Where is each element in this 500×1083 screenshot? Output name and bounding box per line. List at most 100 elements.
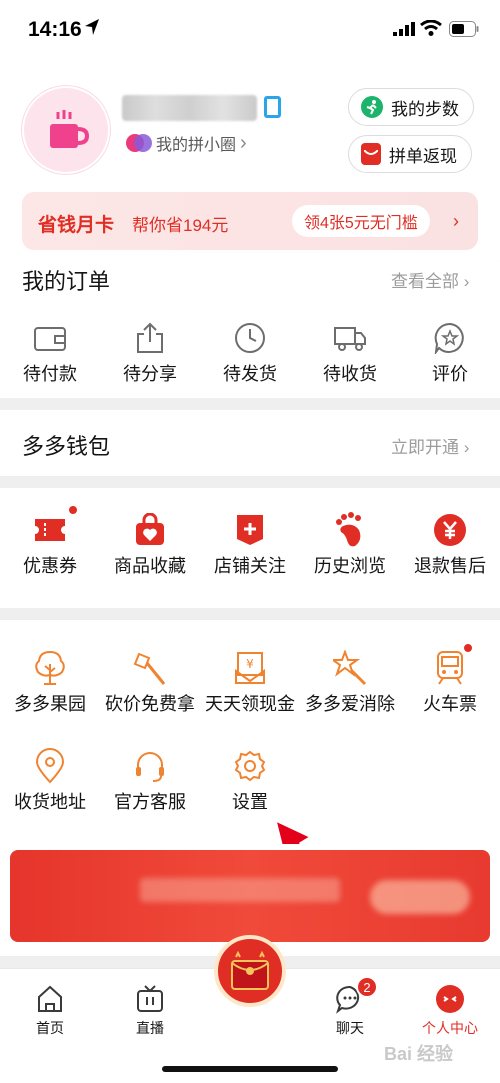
phone-icon <box>264 96 281 118</box>
shortcut-history[interactable]: 历史浏览 <box>300 508 400 578</box>
axe-icon <box>133 652 166 685</box>
notification-dot <box>67 504 79 516</box>
group-cashback-label: 拼单返现 <box>389 146 457 166</box>
order-item-label: 待发货 <box>223 364 277 384</box>
claim-coupons-button[interactable]: 领4张5元无门槛 <box>292 205 430 237</box>
tab-label: 直播 <box>136 1020 164 1036</box>
username-blurred <box>122 95 257 121</box>
my-steps-button[interactable]: 我的步数 <box>348 88 474 126</box>
tab-label: 首页 <box>36 1020 64 1036</box>
mug-icon <box>50 110 90 148</box>
tab-live[interactable]: 直播 <box>110 982 190 1038</box>
order-item-label: 待付款 <box>23 364 77 384</box>
service-match-game[interactable]: 多多爱消除 <box>300 646 400 716</box>
order-item-label: 待收货 <box>323 364 377 384</box>
service-daily-cash[interactable]: ¥ 天天领现金 <box>200 646 300 716</box>
service-bargain[interactable]: 砍价免费拿 <box>100 646 200 716</box>
tab-chat[interactable]: 聊天 <box>310 982 390 1038</box>
signal-icon <box>393 22 415 36</box>
shortcut-label: 优惠券 <box>23 556 77 576</box>
svg-text:¥: ¥ <box>246 657 254 671</box>
service-label: 多多果园 <box>14 694 86 714</box>
settings-gear-icon <box>234 750 266 782</box>
home-indicator[interactable] <box>162 1066 338 1072</box>
tv-icon <box>137 985 163 1012</box>
truck-icon <box>334 327 366 351</box>
share-icon <box>137 322 163 353</box>
money-card-title: 省钱月卡 <box>38 215 115 236</box>
money-card-subtitle: 帮你省194元 <box>132 216 229 235</box>
service-label: 多多爱消除 <box>305 694 395 714</box>
battery-icon <box>449 21 479 37</box>
favorites-icon <box>136 513 164 545</box>
shortcut-store-follow[interactable]: 店铺关注 <box>200 508 300 578</box>
order-pending-share[interactable]: 待分享 <box>100 316 200 386</box>
shortcut-coupons[interactable]: 优惠券 <box>0 504 100 578</box>
service-shipping-address[interactable]: 收货地址 <box>0 744 100 814</box>
service-train-tickets[interactable]: 火车票 <box>400 642 500 716</box>
shortcut-refund[interactable]: 退款售后 <box>400 508 500 578</box>
tab-home[interactable]: 首页 <box>10 982 90 1038</box>
my-steps-label: 我的步数 <box>391 99 459 119</box>
wifi-icon <box>420 20 442 36</box>
view-all-orders-link[interactable]: 查看全部 › <box>391 267 469 292</box>
coupon-icon <box>35 519 65 541</box>
service-label: 收货地址 <box>14 792 86 812</box>
chevron-right-icon[interactable]: › <box>453 211 459 232</box>
order-pending-shipment[interactable]: 待发货 <box>200 316 300 386</box>
footprint-icon <box>336 512 361 547</box>
watermark: Bai 经验 <box>384 1044 454 1064</box>
notification-dot <box>462 642 474 654</box>
tab-profile[interactable]: 个人中心 <box>410 982 490 1038</box>
service-fruit-garden[interactable]: 多多果园 <box>0 646 100 716</box>
status-time: 14:16 <box>28 18 82 41</box>
tree-icon <box>35 650 65 685</box>
chat-unread-badge: 2 <box>356 976 378 998</box>
profile-face-icon <box>436 985 464 1013</box>
location-icon <box>35 748 65 784</box>
red-envelope-icon <box>361 143 381 165</box>
cash-icon: ¥ <box>235 652 265 684</box>
service-label: 火车票 <box>423 694 477 714</box>
red-envelope-center-button[interactable] <box>214 935 286 1007</box>
shortcut-label: 退款售后 <box>414 556 486 576</box>
service-label: 官方客服 <box>114 792 186 812</box>
review-icon <box>434 322 464 354</box>
wallet-open-link[interactable]: 立即开通 › <box>391 433 469 458</box>
refund-icon <box>434 514 466 546</box>
location-arrow-icon <box>85 19 99 35</box>
pin-circle-label: 我的拼小圈 <box>156 137 237 154</box>
order-item-label: 评价 <box>432 364 468 384</box>
group-cashback-button[interactable]: 拼单返现 <box>348 135 472 173</box>
running-icon <box>361 96 383 118</box>
order-review[interactable]: 评价 <box>400 316 500 386</box>
pin-circle-link[interactable]: 我的拼小圈 › <box>126 132 247 154</box>
red-envelope-icon <box>231 951 269 990</box>
service-label: 设置 <box>232 792 268 812</box>
headset-icon <box>136 752 164 782</box>
service-settings[interactable]: 设置 <box>200 744 300 814</box>
home-icon <box>38 985 62 1012</box>
chevron-right-icon: › <box>240 131 247 154</box>
shortcut-label: 店铺关注 <box>214 556 286 576</box>
service-customer-support[interactable]: 官方客服 <box>100 744 200 814</box>
shortcut-label: 历史浏览 <box>314 556 386 576</box>
service-label: 砍价免费拿 <box>105 694 195 714</box>
shortcut-favorites[interactable]: 商品收藏 <box>100 508 200 578</box>
service-label: 天天领现金 <box>205 694 295 714</box>
wallet-title: 多多钱包 <box>22 434 111 459</box>
shortcut-label: 商品收藏 <box>114 556 186 576</box>
avatar[interactable] <box>22 86 110 174</box>
order-pending-payment[interactable]: 待付款 <box>0 316 100 386</box>
pin-circle-logo-icon <box>126 134 152 152</box>
wallet-icon <box>34 327 66 351</box>
tab-label: 个人中心 <box>422 1020 478 1036</box>
train-icon <box>437 651 463 685</box>
tab-label: 聊天 <box>336 1020 364 1036</box>
promo-banner[interactable] <box>10 850 490 942</box>
clock-icon <box>235 323 265 353</box>
star-wand-icon <box>333 650 367 686</box>
order-pending-receipt[interactable]: 待收货 <box>300 316 400 386</box>
store-follow-icon <box>237 515 263 545</box>
orders-title: 我的订单 <box>22 269 111 294</box>
